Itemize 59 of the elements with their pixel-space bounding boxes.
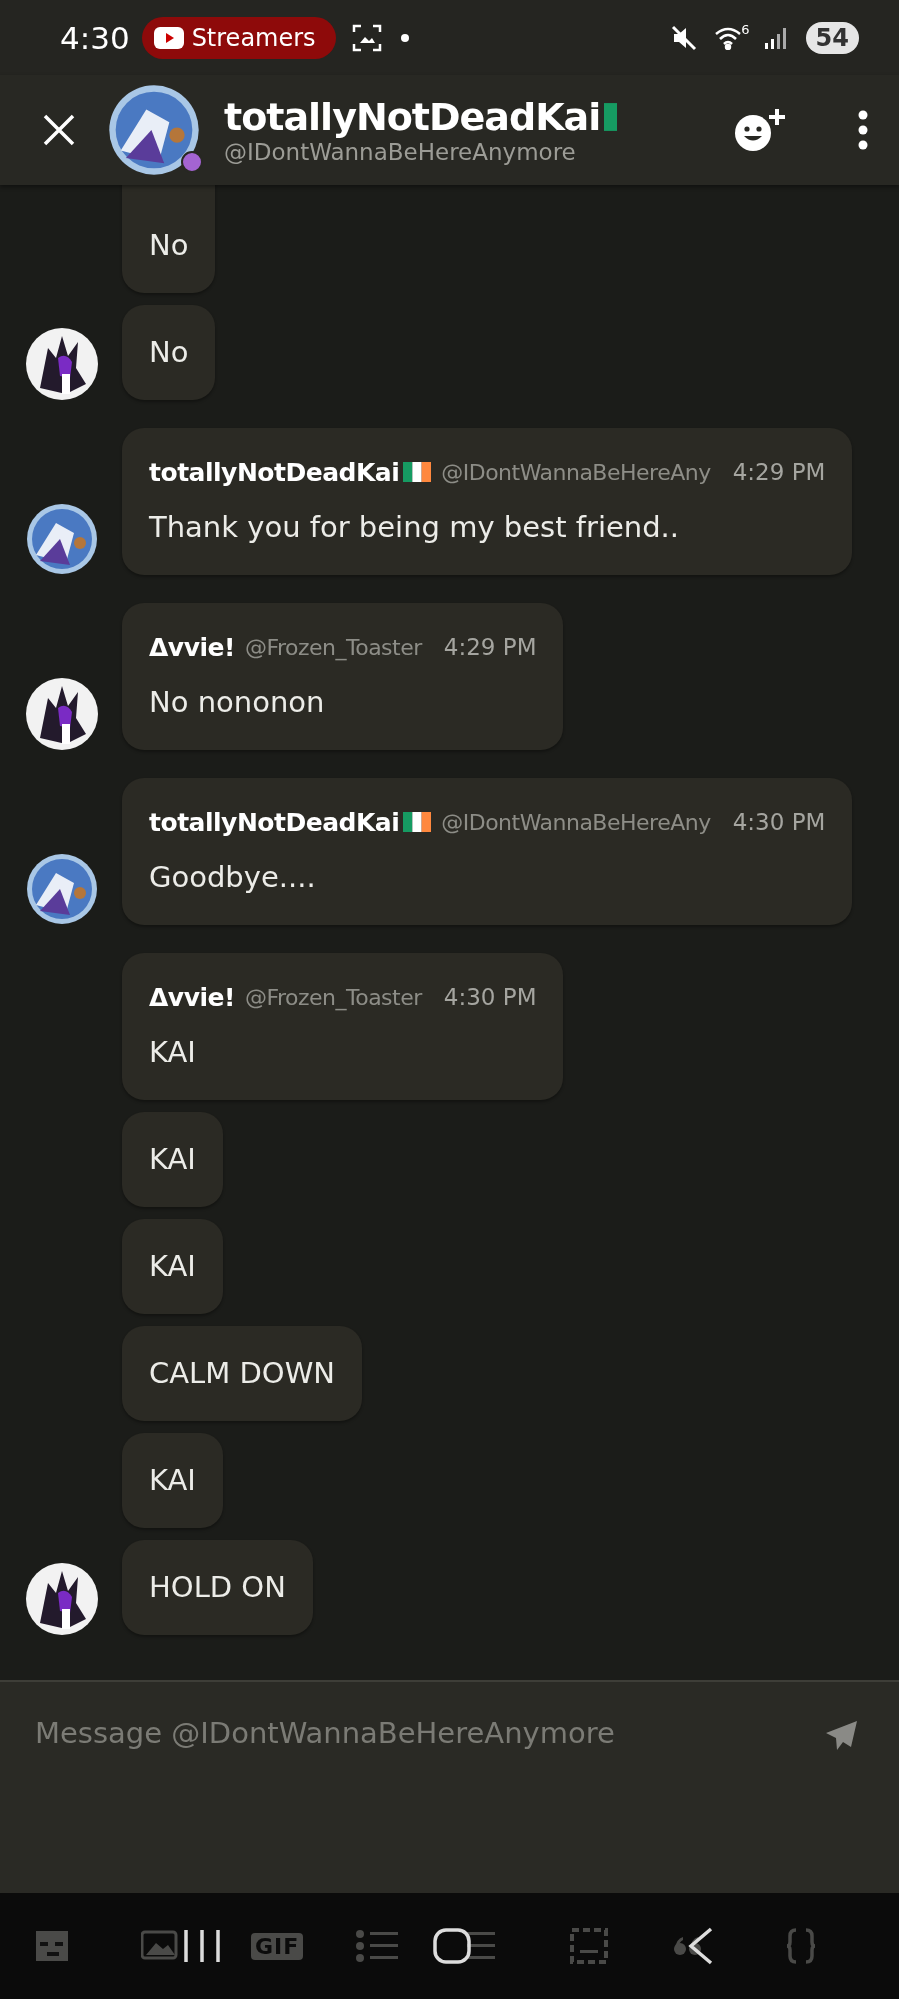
author-handle: @Frozen_Toaster	[244, 984, 422, 1010]
message-text: No nononon	[149, 684, 326, 721]
quote-icon[interactable]	[673, 1936, 704, 1956]
more-icon[interactable]	[857, 110, 869, 150]
message-text: KAI	[149, 1462, 196, 1499]
message-bubble[interactable]: CALM DOWN	[122, 1326, 362, 1421]
message-text: KAI	[149, 1034, 197, 1071]
message-time: 4:29 PM	[732, 459, 826, 485]
clock: 4:30	[60, 19, 130, 56]
mute-icon	[669, 23, 698, 52]
message-bubble[interactable]: totallyNotDeadKai @IDontWannaBeHereAny 4:29 PM Thank you for being my best friend..	[122, 428, 853, 575]
message-text: CALM DOWN	[149, 1355, 335, 1392]
avatar[interactable]	[26, 1563, 98, 1635]
chat-title: totallyNotDeadKai	[224, 95, 601, 139]
message-bubble[interactable]: totallyNotDeadKai @IDontWannaBeHereAny 4:30 PM Goodbye....	[122, 778, 853, 925]
avatar[interactable]	[26, 503, 98, 575]
message-time: 4:30 PM	[443, 984, 537, 1010]
message-time: 4:29 PM	[443, 634, 537, 660]
message-bubble[interactable]: Δvvie! @Frozen_Toaster 4:29 PM No nononon	[122, 603, 564, 750]
message-bubble[interactable]: No	[122, 305, 216, 400]
message-bubble[interactable]: No	[122, 185, 216, 293]
message-text: HOLD ON	[149, 1569, 286, 1606]
wifi-band-label: 6	[741, 21, 750, 37]
dot-icon	[399, 32, 410, 43]
wifi-icon	[713, 25, 742, 50]
avatar[interactable]	[26, 678, 98, 750]
message-input[interactable]: Message @IDontWannaBeHereAnymore	[35, 1710, 825, 1756]
author-name: Δvvie!	[149, 982, 235, 1012]
message-text: No	[149, 334, 189, 371]
avatar[interactable]	[26, 853, 98, 925]
chat-subtitle: @IDontWannaBeHereAnymore	[224, 139, 577, 165]
close-icon[interactable]	[42, 113, 76, 147]
battery-level: 54	[805, 21, 859, 54]
author-name: totallyNotDeadKai	[149, 807, 400, 837]
message-bubble[interactable]: KAI	[122, 1112, 223, 1207]
message-bubble[interactable]: KAI	[122, 1219, 223, 1314]
author-handle: @IDontWannaBeHereAny	[441, 809, 711, 835]
message-text: Goodbye....	[149, 859, 317, 896]
message-time: 4:30 PM	[732, 809, 826, 835]
avatar[interactable]	[108, 84, 200, 176]
screenshot-icon	[351, 23, 382, 52]
message-bubble[interactable]: HOLD ON	[122, 1540, 313, 1635]
message-bubble[interactable]: Δvvie! @Frozen_Toaster 4:30 PM KAI	[122, 953, 564, 1100]
message-text: KAI	[149, 1248, 196, 1285]
recents-icon[interactable]	[184, 1928, 220, 1964]
author-handle: @Frozen_Toaster	[244, 634, 422, 660]
message-text: Thank you for being my best friend..	[149, 509, 680, 546]
message-text: No	[149, 227, 189, 264]
media-chip[interactable]: Streamers	[141, 16, 336, 59]
message-text: KAI	[149, 1141, 196, 1178]
author-handle: @IDontWannaBeHereAny	[441, 459, 711, 485]
send-icon[interactable]	[825, 1720, 859, 1752]
author-name: Δvvie!	[149, 632, 235, 662]
back-icon[interactable]	[688, 1927, 714, 1965]
avatar[interactable]	[26, 328, 98, 400]
message-bubble[interactable]: KAI	[122, 1433, 223, 1528]
author-name: totallyNotDeadKai	[149, 457, 400, 487]
home-icon[interactable]	[433, 1928, 471, 1964]
play-icon	[153, 26, 184, 49]
